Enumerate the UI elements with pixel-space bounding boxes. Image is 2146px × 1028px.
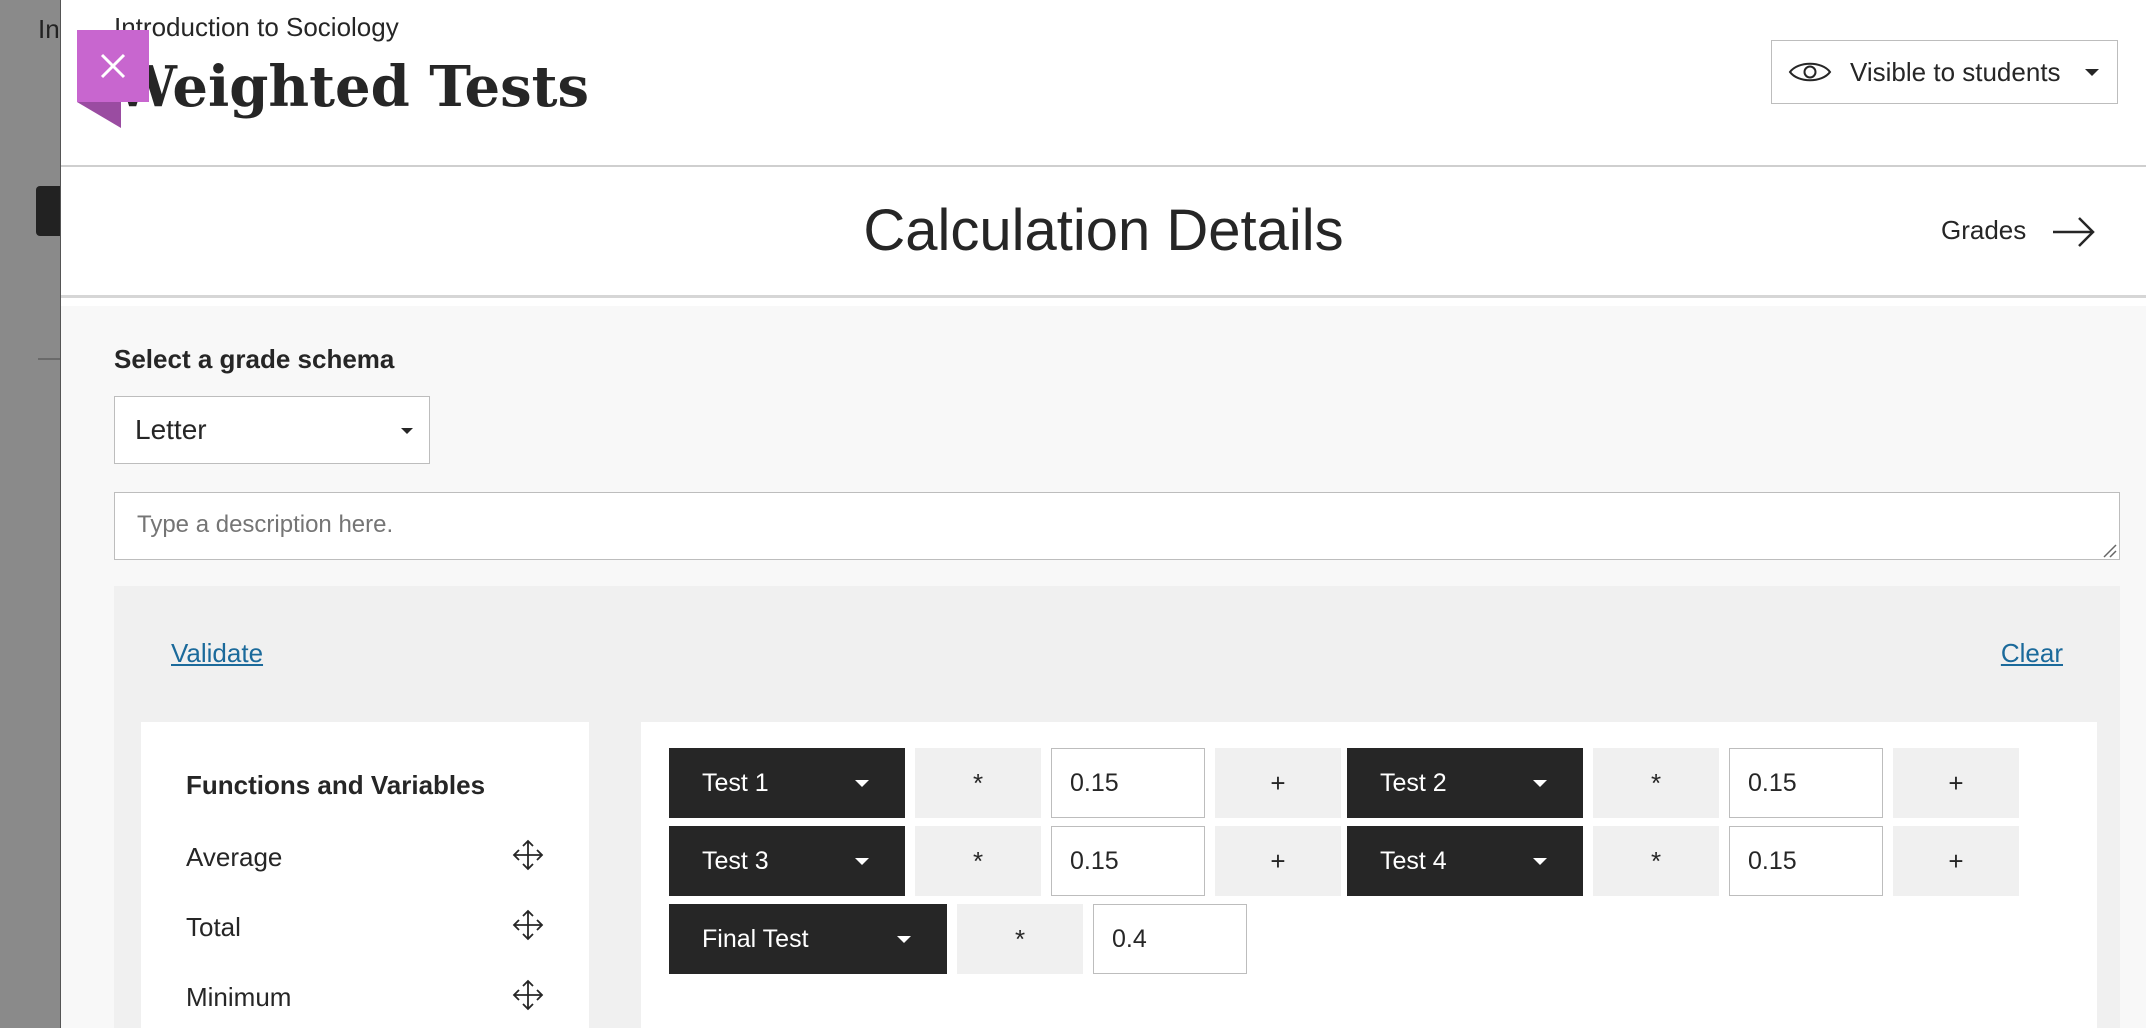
variable-label: Test 3 — [702, 846, 769, 875]
chevron-down-icon — [401, 428, 413, 434]
function-item-minimum[interactable]: Minimum — [186, 982, 291, 1013]
variable-dropdown[interactable]: Test 4 — [1347, 826, 1583, 896]
operator-multiply[interactable]: * — [915, 826, 1041, 896]
weight-input[interactable] — [1729, 748, 1883, 818]
grade-schema-select[interactable]: Letter — [114, 396, 430, 464]
function-item-average[interactable]: Average — [186, 842, 282, 873]
validate-link[interactable]: Validate — [171, 638, 263, 669]
operator-multiply[interactable]: * — [1593, 826, 1719, 896]
chevron-down-icon — [1533, 858, 1547, 865]
calculation-subheader: Calculation Details Grades — [61, 167, 2146, 298]
close-button[interactable] — [77, 30, 149, 102]
visibility-dropdown[interactable]: Visible to students — [1771, 40, 2118, 104]
chevron-down-icon — [1533, 780, 1547, 787]
arrow-right-icon[interactable] — [2049, 207, 2099, 257]
clear-link[interactable]: Clear — [2001, 638, 2063, 669]
grade-schema-label: Select a grade schema — [114, 344, 395, 374]
variable-label: Test 2 — [1380, 768, 1447, 797]
move-icon[interactable] — [511, 908, 545, 942]
operator-plus[interactable]: + — [1215, 826, 1341, 896]
course-name: Introduction to Sociology — [114, 12, 399, 42]
operator-multiply[interactable]: * — [1593, 748, 1719, 818]
chevron-down-icon — [855, 780, 869, 787]
chevron-down-icon — [855, 858, 869, 865]
variable-label: Test 1 — [702, 768, 769, 797]
formula-canvas: Test 1 * + Test 2 * + Test 3 * — [641, 722, 2097, 1028]
move-icon[interactable] — [511, 838, 545, 872]
variable-dropdown[interactable]: Test 1 — [669, 748, 905, 818]
background-divider — [38, 358, 62, 360]
resize-handle-icon[interactable] — [2101, 542, 2117, 558]
operator-plus[interactable]: + — [1893, 748, 2019, 818]
operator-multiply[interactable]: * — [915, 748, 1041, 818]
chevron-down-icon — [897, 936, 911, 943]
operator-plus[interactable]: + — [1215, 748, 1341, 818]
close-button-tail — [77, 102, 121, 128]
variable-dropdown[interactable]: Test 3 — [669, 826, 905, 896]
functions-panel: Functions and Variables Average Total Mi… — [141, 722, 589, 1028]
weight-input[interactable] — [1051, 748, 1205, 818]
background-text: In — [38, 14, 60, 44]
operator-multiply[interactable]: * — [957, 904, 1083, 974]
section-title: Calculation Details — [863, 198, 1344, 263]
close-icon — [100, 53, 126, 79]
formula-builder: Validate Clear Functions and Variables A… — [114, 586, 2120, 1028]
function-item-total[interactable]: Total — [186, 912, 241, 943]
calculation-panel: Introduction to Sociology Weighted Tests… — [60, 0, 2146, 1028]
background-course-page: In — [0, 0, 66, 1028]
variable-dropdown[interactable]: Final Test — [669, 904, 947, 974]
variable-label: Test 4 — [1380, 846, 1447, 875]
grade-schema-value: Letter — [135, 414, 207, 445]
chevron-down-icon — [2085, 68, 2099, 76]
grades-link[interactable]: Grades — [1941, 215, 2026, 246]
operator-plus[interactable]: + — [1893, 826, 2019, 896]
variable-label: Final Test — [702, 924, 809, 953]
description-input[interactable] — [114, 492, 2120, 560]
move-icon[interactable] — [511, 978, 545, 1012]
variable-dropdown[interactable]: Test 2 — [1347, 748, 1583, 818]
page-title: Weighted Tests — [114, 54, 590, 120]
weight-input[interactable] — [1051, 826, 1205, 896]
weight-input[interactable] — [1093, 904, 1247, 974]
panel-header: Introduction to Sociology Weighted Tests… — [61, 0, 2146, 167]
weight-input[interactable] — [1729, 826, 1883, 896]
calculation-content: Select a grade schema Letter Validate Cl… — [61, 306, 2146, 1028]
functions-heading: Functions and Variables — [186, 770, 486, 800]
visibility-label: Visible to students — [1850, 56, 2061, 87]
eye-icon — [1788, 62, 1832, 82]
